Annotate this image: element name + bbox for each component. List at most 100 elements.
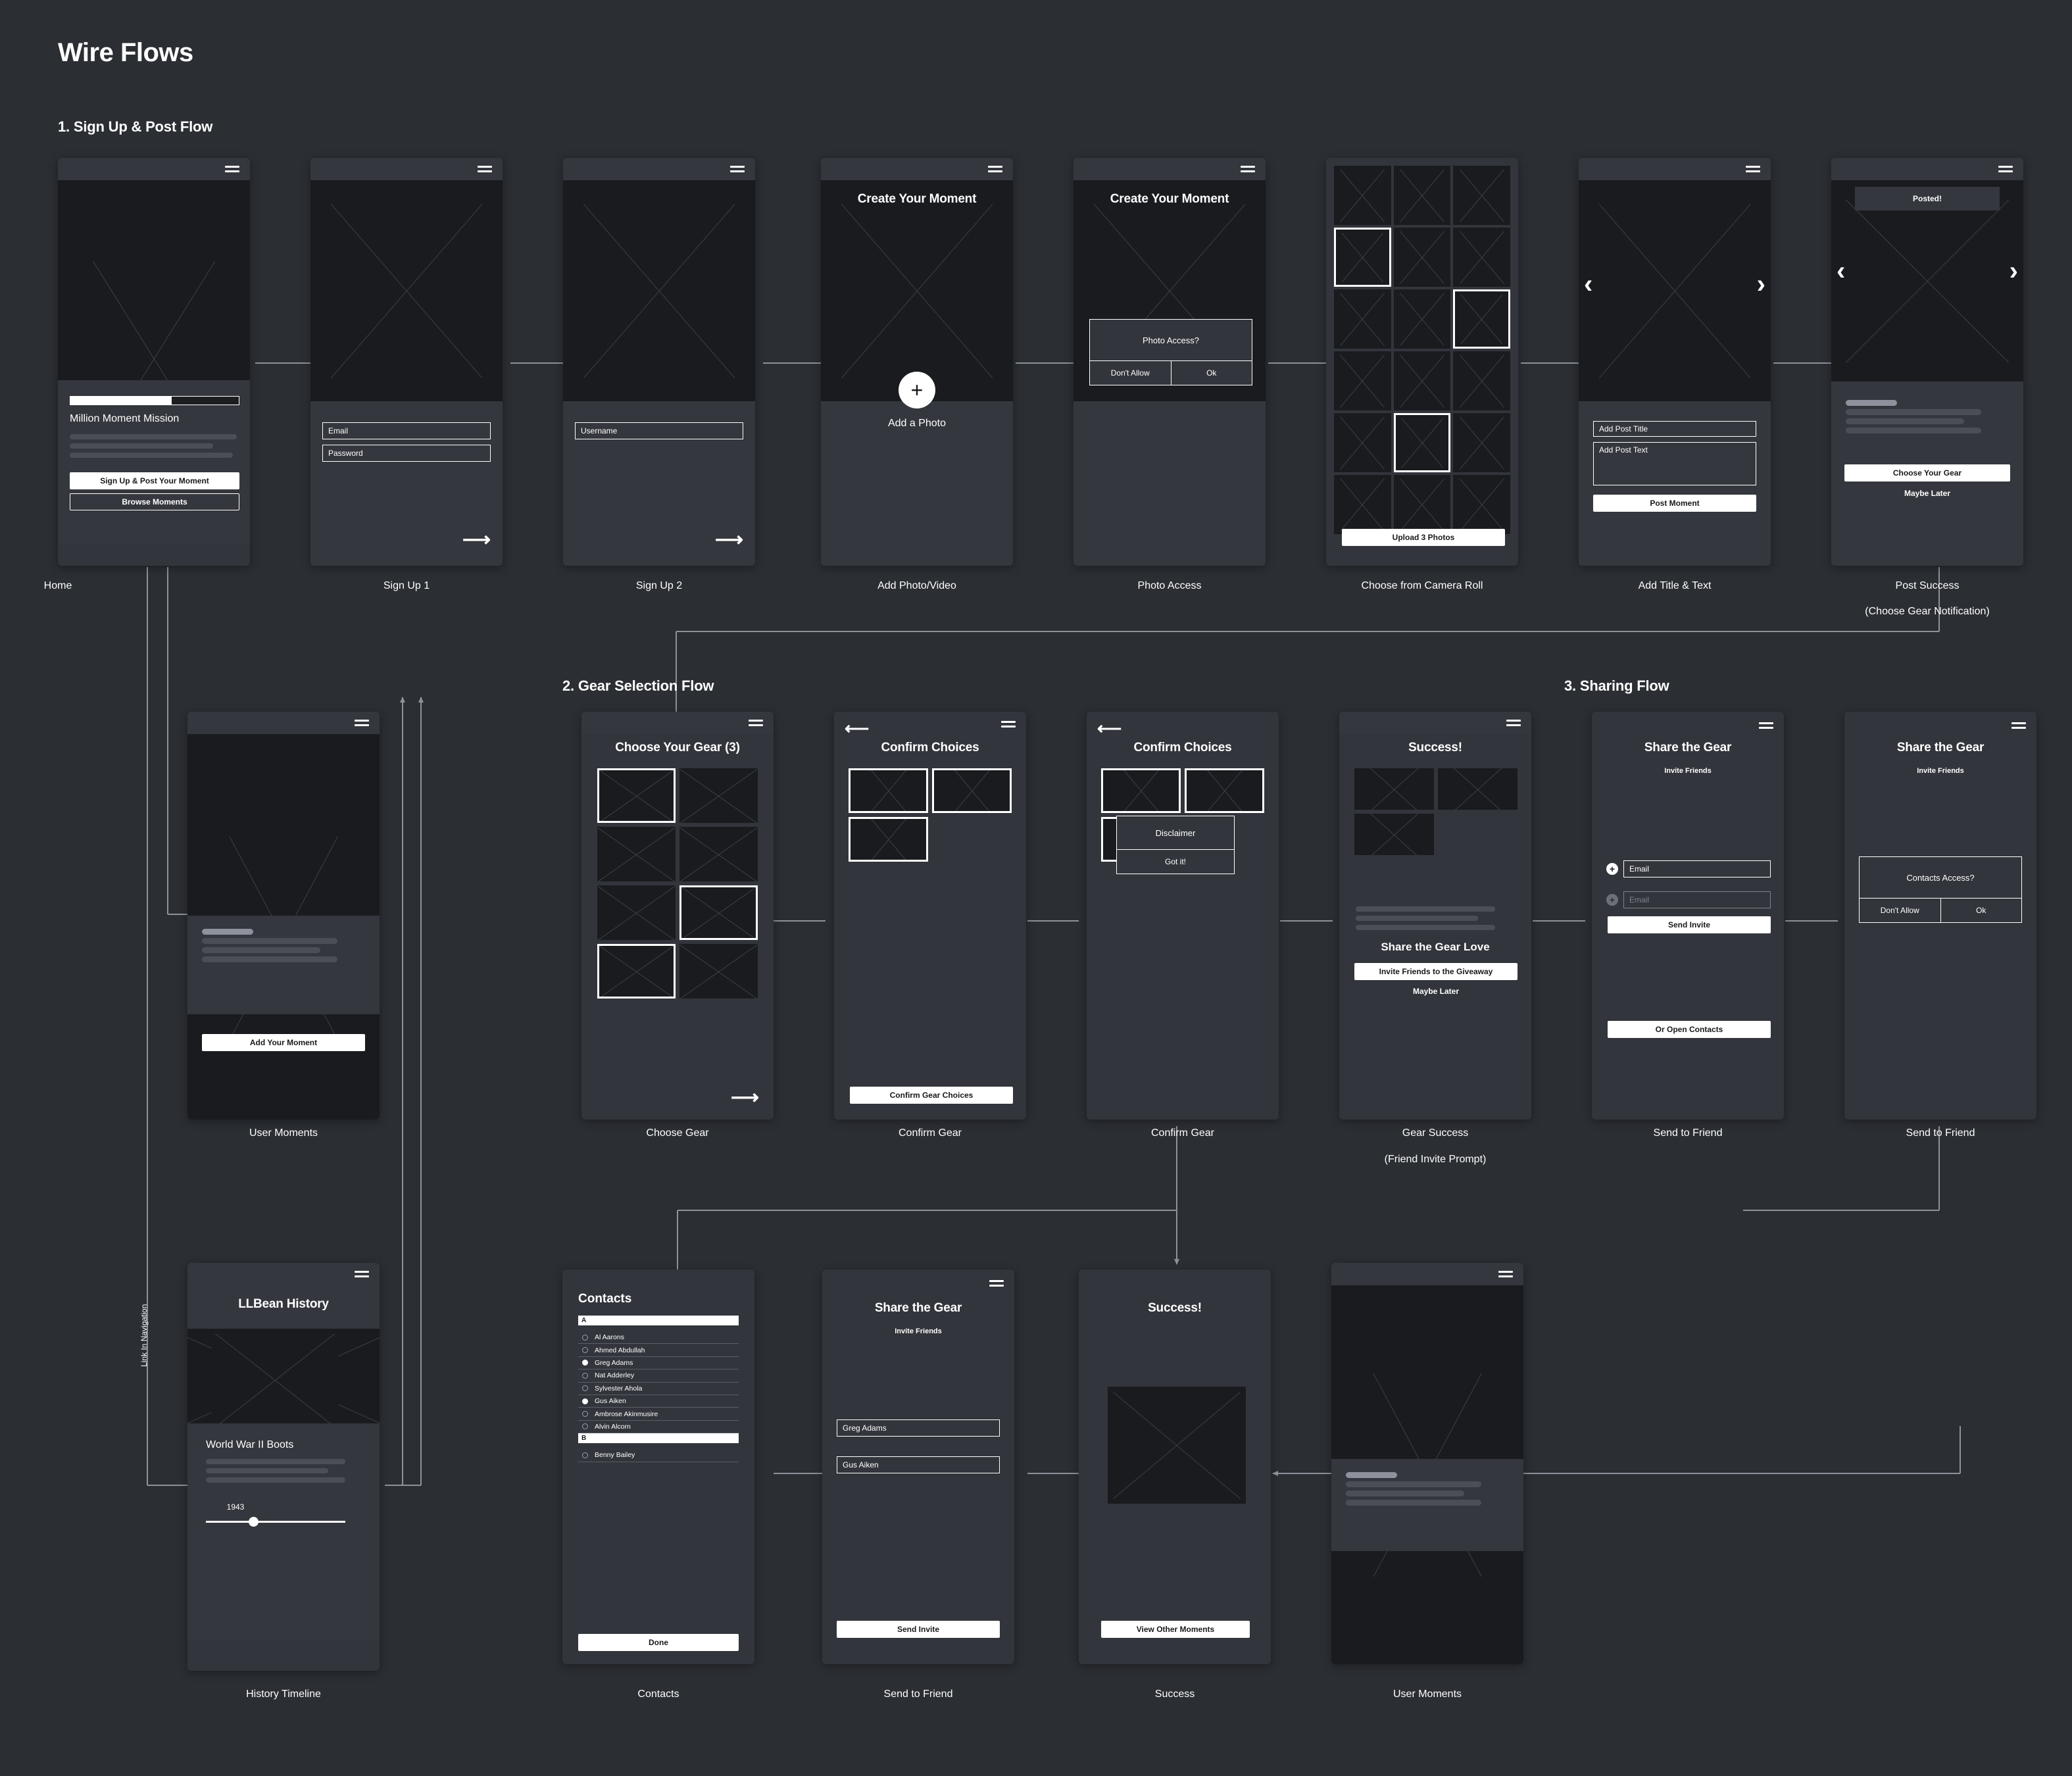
chevron-right-icon[interactable]: › xyxy=(2010,258,2018,284)
add-your-moment-button[interactable]: Add Your Moment xyxy=(202,1034,365,1051)
gear-thumbnail[interactable] xyxy=(597,944,676,999)
post-title-field[interactable]: Add Post Title xyxy=(1593,421,1756,437)
hamburger-menu-icon[interactable] xyxy=(478,166,492,172)
camera-roll-thumbnail[interactable] xyxy=(1393,475,1451,534)
invite-name-field-2[interactable]: Gus Aiken xyxy=(837,1456,1000,1473)
add-email-button[interactable]: + xyxy=(1606,863,1618,875)
gear-thumbnail[interactable] xyxy=(597,768,676,823)
username-field[interactable]: Username xyxy=(575,422,743,439)
contact-row[interactable]: Nat Adderley xyxy=(578,1369,739,1383)
contact-row[interactable]: Sylvester Ahola xyxy=(578,1383,739,1395)
radio-unselected-icon[interactable] xyxy=(582,1423,588,1430)
timeline-slider-track[interactable] xyxy=(206,1521,345,1523)
camera-roll-thumbnail[interactable] xyxy=(1334,166,1391,225)
upload-photos-button[interactable]: Upload 3 Photos xyxy=(1342,529,1505,546)
radio-unselected-icon[interactable] xyxy=(582,1411,588,1418)
timeline-slider-knob[interactable] xyxy=(249,1517,259,1527)
camera-roll-grid[interactable] xyxy=(1334,166,1510,534)
view-other-moments-button[interactable]: View Other Moments xyxy=(1101,1621,1250,1638)
gear-thumbnail[interactable] xyxy=(679,827,758,881)
radio-unselected-icon[interactable] xyxy=(582,1372,588,1379)
got-it-button[interactable]: Got it! xyxy=(1117,850,1234,874)
maybe-later-button[interactable]: Maybe Later xyxy=(1844,485,2010,501)
password-field[interactable]: Password xyxy=(322,445,491,462)
back-arrow-icon[interactable]: ⟵ xyxy=(1097,720,1122,737)
camera-roll-thumbnail[interactable] xyxy=(1393,413,1451,472)
open-contacts-button[interactable]: Or Open Contacts xyxy=(1608,1021,1771,1038)
post-moment-button[interactable]: Post Moment xyxy=(1593,495,1756,512)
next-arrow-icon[interactable]: ⟶ xyxy=(731,1088,759,1108)
gear-thumbnail[interactable] xyxy=(679,944,758,999)
camera-roll-thumbnail[interactable] xyxy=(1453,475,1510,534)
radio-unselected-icon[interactable] xyxy=(582,1347,588,1354)
add-email-button-secondary[interactable]: + xyxy=(1606,894,1618,906)
camera-roll-thumbnail[interactable] xyxy=(1393,289,1451,349)
invite-email-field-1[interactable]: Email xyxy=(1623,860,1771,877)
ok-button[interactable]: Ok xyxy=(1940,899,2022,922)
gear-grid[interactable] xyxy=(597,768,758,1117)
email-field[interactable]: Email xyxy=(322,422,491,439)
hamburger-menu-icon[interactable] xyxy=(1746,166,1760,172)
radio-unselected-icon[interactable] xyxy=(582,1334,588,1341)
contacts-list[interactable]: A Al Aarons Ahmed Abdullah Greg Adams Nat Ad… xyxy=(578,1316,739,1462)
gear-thumbnail[interactable] xyxy=(597,827,676,881)
chevron-left-icon[interactable]: ‹ xyxy=(1837,258,1845,284)
camera-roll-thumbnail[interactable] xyxy=(1453,351,1510,410)
dont-allow-button[interactable]: Don't Allow xyxy=(1090,361,1171,385)
camera-roll-thumbnail[interactable] xyxy=(1334,475,1391,534)
camera-roll-thumbnail[interactable] xyxy=(1393,166,1451,225)
invite-email-field-2[interactable]: Email xyxy=(1623,891,1771,908)
invite-friends-button[interactable]: Invite Friends to the Giveaway xyxy=(1354,963,1517,980)
browse-moments-button[interactable]: Browse Moments xyxy=(70,493,239,510)
radio-unselected-icon[interactable] xyxy=(582,1385,588,1392)
hamburger-menu-icon[interactable] xyxy=(989,1280,1004,1287)
dont-allow-button[interactable]: Don't Allow xyxy=(1860,899,1940,922)
back-arrow-icon[interactable]: ⟵ xyxy=(845,720,869,737)
camera-roll-thumbnail[interactable] xyxy=(1393,351,1451,410)
gear-thumbnail[interactable] xyxy=(597,885,676,940)
next-arrow-icon[interactable]: ⟶ xyxy=(462,530,491,550)
radio-selected-icon[interactable] xyxy=(582,1360,588,1366)
camera-roll-thumbnail[interactable] xyxy=(1453,413,1510,472)
hamburger-menu-icon[interactable] xyxy=(988,166,1002,172)
hamburger-menu-icon[interactable] xyxy=(1506,720,1521,726)
hamburger-menu-icon[interactable] xyxy=(749,720,763,726)
send-invite-button[interactable]: Send Invite xyxy=(1608,916,1771,933)
confirm-gear-choices-button[interactable]: Confirm Gear Choices xyxy=(850,1087,1013,1104)
hamburger-menu-icon[interactable] xyxy=(1998,166,2013,172)
radio-unselected-icon[interactable] xyxy=(582,1452,588,1458)
hamburger-menu-icon[interactable] xyxy=(225,166,239,172)
maybe-later-button[interactable]: Maybe Later xyxy=(1354,984,1517,999)
next-arrow-icon[interactable]: ⟶ xyxy=(715,530,743,550)
plus-icon[interactable]: + xyxy=(899,372,935,408)
hamburger-menu-icon[interactable] xyxy=(1498,1271,1513,1277)
post-text-field[interactable]: Add Post Text xyxy=(1593,442,1756,485)
hamburger-menu-icon[interactable] xyxy=(730,166,745,172)
hamburger-menu-icon[interactable] xyxy=(2011,722,2026,729)
hamburger-menu-icon[interactable] xyxy=(1001,721,1016,728)
camera-roll-thumbnail[interactable] xyxy=(1334,351,1391,410)
camera-roll-thumbnail[interactable] xyxy=(1334,413,1391,472)
contact-row[interactable]: Al Aarons xyxy=(578,1331,739,1344)
hamburger-menu-icon[interactable] xyxy=(1241,166,1255,172)
radio-selected-icon[interactable] xyxy=(582,1398,588,1404)
gear-thumbnail[interactable] xyxy=(679,885,758,940)
camera-roll-thumbnail[interactable] xyxy=(1334,228,1391,287)
camera-roll-thumbnail[interactable] xyxy=(1393,228,1451,287)
ok-button[interactable]: Ok xyxy=(1170,361,1252,385)
contacts-done-button[interactable]: Done xyxy=(578,1634,739,1651)
hamburger-menu-icon[interactable] xyxy=(355,1271,369,1277)
choose-your-gear-button[interactable]: Choose Your Gear xyxy=(1844,464,2010,481)
camera-roll-thumbnail[interactable] xyxy=(1334,289,1391,349)
contact-row[interactable]: Gus Aiken xyxy=(578,1395,739,1408)
invite-name-field-1[interactable]: Greg Adams xyxy=(837,1419,1000,1437)
contact-row[interactable]: Alvin Alcorn xyxy=(578,1421,739,1434)
send-invite-button[interactable]: Send Invite xyxy=(837,1621,1000,1638)
camera-roll-thumbnail[interactable] xyxy=(1453,228,1510,287)
contact-row[interactable]: Benny Bailey xyxy=(578,1449,739,1462)
chevron-left-icon[interactable]: ‹ xyxy=(1584,271,1592,297)
contact-row[interactable]: Greg Adams xyxy=(578,1357,739,1370)
hamburger-menu-icon[interactable] xyxy=(1759,722,1773,729)
gear-thumbnail[interactable] xyxy=(679,768,758,823)
camera-roll-thumbnail[interactable] xyxy=(1453,166,1510,225)
